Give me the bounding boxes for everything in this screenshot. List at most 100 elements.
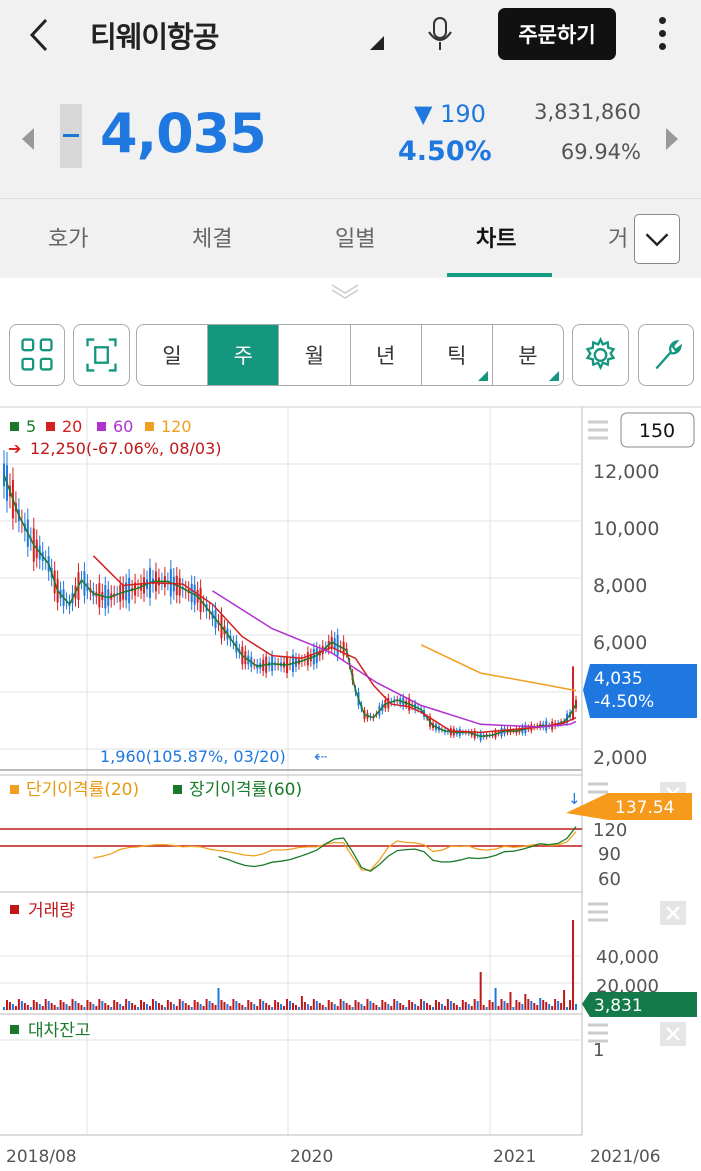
period-week[interactable]: 주 [208, 325, 280, 385]
y-tick-10000: 10,000 [593, 518, 659, 540]
y-tick-6000: 6,000 [593, 632, 647, 654]
settings-gear-icon[interactable] [572, 324, 629, 386]
tab-daily[interactable]: 일별 [335, 221, 375, 253]
volume-bar [360, 1004, 363, 1010]
disparity-tick-120: 120 [593, 820, 627, 841]
legend-label-60: 60 [113, 417, 133, 436]
volume-bar [259, 999, 262, 1010]
volume-bar [286, 999, 289, 1010]
volume-bar [423, 1001, 426, 1010]
volume-bar [518, 1002, 521, 1010]
volume-bar [157, 1003, 160, 1010]
stock-dropdown-icon[interactable] [370, 36, 384, 50]
volume-bar [172, 1004, 175, 1010]
tabs-dropdown-icon[interactable] [634, 214, 680, 264]
volume-bar [235, 1001, 238, 1010]
volume-bar [193, 1000, 196, 1010]
volume-bar [143, 1002, 146, 1010]
volume-bar [208, 1001, 211, 1010]
tab-more-partial[interactable]: 거 [608, 221, 628, 253]
volume-bar [351, 1007, 354, 1010]
microphone-icon[interactable] [424, 12, 456, 56]
volume-bar [357, 1002, 360, 1010]
volume-bar [175, 1006, 178, 1010]
volume-panel-title: 거래량 [28, 901, 75, 921]
volume-bar [396, 1001, 399, 1010]
x-tick-2020: 2020 [290, 1147, 333, 1167]
volume-close-icon[interactable] [660, 901, 686, 925]
volume-bar [527, 999, 530, 1010]
volume-bar [384, 1002, 387, 1010]
volume-bar [128, 1001, 131, 1010]
volume-bar [196, 1002, 199, 1010]
prev-stock-icon[interactable] [22, 128, 34, 150]
period-minute[interactable]: 분 [493, 325, 563, 385]
volume-bar [434, 1000, 437, 1010]
volume-bar [137, 1007, 140, 1010]
tab-orderbook[interactable]: 호가 [48, 221, 88, 253]
volume-bar [199, 1004, 202, 1010]
volume-bar [494, 988, 497, 1010]
volume-bar [533, 1003, 536, 1010]
volume-bar [119, 1004, 122, 1010]
volume-bar [116, 1002, 119, 1010]
loan-close-icon[interactable] [660, 1022, 686, 1046]
volume-bar [575, 1004, 577, 1010]
volume-bar [491, 1002, 494, 1010]
period-month[interactable]: 월 [279, 325, 351, 385]
tab-trades[interactable]: 체결 [192, 221, 232, 253]
volume-bar [59, 1000, 62, 1010]
volume-bar [449, 1001, 452, 1010]
fullscreen-icon[interactable] [73, 324, 130, 386]
loan-panel-title: 대차잔고 [28, 1021, 91, 1041]
volume-bar [226, 1004, 229, 1010]
volume-bar [277, 1002, 280, 1010]
volume-bar [178, 999, 181, 1010]
collapse-handle-icon[interactable] [330, 282, 360, 300]
next-stock-icon[interactable] [666, 128, 678, 150]
stock-title[interactable]: 티웨이항공 [90, 14, 219, 56]
legend-swatch-short [10, 785, 19, 794]
volume-bar [202, 1006, 205, 1010]
volume-bar [47, 1001, 50, 1010]
volume-bar [217, 988, 220, 1010]
volume-bar [113, 1000, 116, 1010]
volume-bar [408, 1000, 411, 1010]
volume-bar [515, 1000, 518, 1010]
wrench-tool-icon[interactable] [638, 324, 694, 386]
volume-bar [291, 1003, 294, 1010]
period-tick[interactable]: 틱 [422, 325, 493, 385]
legend-swatch-60 [97, 422, 106, 431]
volume-bar [187, 1005, 190, 1010]
volume-bar [211, 1003, 214, 1010]
volume-bar [98, 999, 101, 1010]
legend-swatch-120 [145, 422, 154, 431]
layout-grid-icon[interactable] [9, 324, 65, 386]
volume-bar [378, 1007, 381, 1010]
volume-bar [551, 1006, 554, 1010]
volume-bar [229, 1006, 232, 1010]
volume-bar [303, 1002, 306, 1010]
volume-bar [437, 1002, 440, 1010]
more-menu-icon[interactable] [650, 14, 674, 54]
volume-bar [122, 1006, 125, 1010]
tab-chart[interactable]: 차트 [476, 221, 516, 253]
volume-bar [92, 1004, 95, 1010]
volume-bar [306, 1004, 309, 1010]
period-year[interactable]: 년 [351, 325, 422, 385]
stock-chart[interactable]: 5 20 60 120 ➔ 12,250(-67.06%, 08/03) 1,9… [0, 406, 701, 1171]
volume-bar [297, 1007, 300, 1010]
volume-bar [74, 1001, 77, 1010]
volume-bar [458, 1007, 461, 1010]
volume-bar [44, 999, 47, 1010]
volume-bar [41, 1006, 44, 1010]
volume-bar [440, 1004, 443, 1010]
volume-bar [86, 1000, 89, 1010]
volume-bar [381, 1000, 384, 1010]
order-button[interactable]: 주문하기 [498, 8, 616, 60]
volume-bar [220, 1000, 223, 1010]
volume-bar [414, 1004, 417, 1010]
loan-tick-1: 1 [593, 1040, 604, 1061]
back-icon[interactable] [22, 12, 62, 58]
period-day[interactable]: 일 [137, 325, 209, 385]
